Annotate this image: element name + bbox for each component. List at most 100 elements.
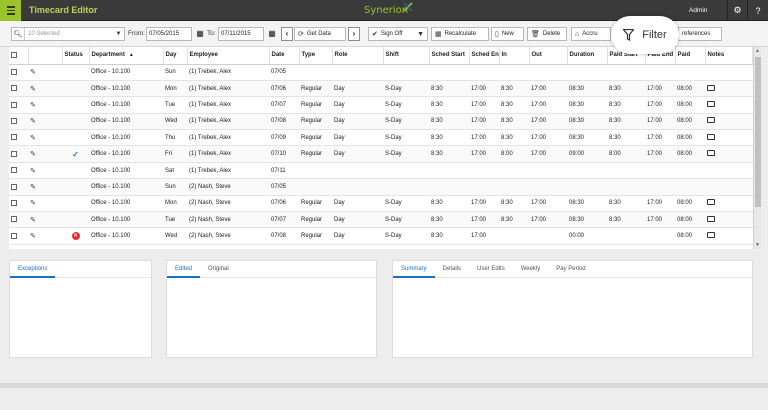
- edit-row-button[interactable]: ✎: [28, 162, 62, 180]
- notes-cell[interactable]: [705, 227, 753, 245]
- grid-cell-ps[interactable]: 8:00: [607, 145, 645, 163]
- grid-cell-dept[interactable]: Office - 10.100: [89, 227, 163, 245]
- grid-cell-se[interactable]: 17:00: [469, 211, 499, 229]
- notes-cell[interactable]: [705, 162, 753, 180]
- grid-cell-paid[interactable]: [675, 64, 705, 81]
- grid-cell-type[interactable]: Regular: [299, 195, 332, 213]
- grid-cell-emp[interactable]: (2) Nash, Steve: [187, 195, 269, 213]
- grid-cell-day[interactable]: Wed: [163, 227, 187, 245]
- gear-icon[interactable]: ⚙: [727, 0, 747, 21]
- tab-edited[interactable]: Edited: [167, 261, 201, 278]
- comment-icon[interactable]: [707, 215, 715, 222]
- grid-cell-out[interactable]: 17:00: [529, 80, 567, 98]
- grid-cell-date[interactable]: 07/05: [269, 178, 299, 196]
- grid-cell-type[interactable]: [299, 64, 332, 81]
- notes-cell[interactable]: [705, 145, 753, 163]
- notes-cell[interactable]: [705, 211, 753, 229]
- grid-cell-day[interactable]: Mon: [163, 195, 187, 213]
- grid-cell-dur[interactable]: 08:30: [567, 80, 607, 98]
- row-checkbox[interactable]: [9, 162, 28, 180]
- edit-row-button[interactable]: ✎: [28, 227, 62, 245]
- help-icon[interactable]: ?: [747, 0, 768, 21]
- notes-cell[interactable]: [705, 64, 753, 81]
- grid-cell-role[interactable]: [332, 178, 383, 196]
- grid-cell-date[interactable]: 07/11: [269, 162, 299, 180]
- tab-details[interactable]: Details: [435, 261, 469, 278]
- grid-cell-dept[interactable]: Office - 10.100: [89, 211, 163, 229]
- grid-cell-emp[interactable]: (1) Trebek, Alex: [187, 80, 269, 98]
- column-header[interactable]: Employee: [187, 47, 270, 65]
- table-row[interactable]: ✎ Office - 10.100 Mon (2) Nash, Steve 07/06 R…: [9, 195, 753, 213]
- column-header[interactable]: Role: [332, 47, 384, 65]
- table-row[interactable]: ✎ Office - 10.100 Tue (1) Trebek, Alex 07/07…: [9, 96, 753, 114]
- grid-cell-emp[interactable]: (2) Nash, Steve: [187, 178, 269, 196]
- get-data-button[interactable]: ⟳ Get Data: [294, 27, 346, 41]
- grid-cell-pe[interactable]: 17:00: [645, 80, 675, 98]
- grid-cell-type[interactable]: Regular: [299, 80, 332, 98]
- grid-cell-shift[interactable]: S-Day: [383, 211, 429, 229]
- column-header[interactable]: Notes: [705, 47, 753, 65]
- comment-icon[interactable]: [707, 100, 715, 107]
- row-checkbox[interactable]: [9, 178, 28, 196]
- notes-cell[interactable]: [705, 80, 753, 98]
- grid-cell-out[interactable]: [529, 64, 567, 81]
- grid-cell-day[interactable]: Sat: [163, 162, 187, 180]
- grid-cell-out[interactable]: 17:00: [529, 96, 567, 114]
- column-header[interactable]: Status: [62, 47, 90, 65]
- grid-cell-shift[interactable]: [383, 178, 429, 196]
- comment-icon[interactable]: [707, 199, 715, 206]
- grid-cell-dept[interactable]: Office - 10.100: [89, 96, 163, 114]
- grid-cell-emp[interactable]: (2) Nash, Steve: [187, 211, 269, 229]
- grid-cell-out[interactable]: [529, 162, 567, 180]
- chevron-down-icon[interactable]: ▼: [113, 31, 124, 37]
- grid-cell-shift[interactable]: S-Day: [383, 195, 429, 213]
- grid-cell-pe[interactable]: 17:00: [645, 129, 675, 147]
- column-header[interactable]: Date: [269, 47, 300, 65]
- grid-cell-pe[interactable]: [645, 162, 675, 180]
- comment-icon[interactable]: [707, 150, 715, 157]
- grid-cell-day[interactable]: Sun: [163, 64, 187, 81]
- grid-cell-type[interactable]: Regular: [299, 227, 332, 245]
- grid-cell-dur[interactable]: 08:30: [567, 211, 607, 229]
- grid-cell-emp[interactable]: (1) Trebek, Alex: [187, 145, 269, 163]
- table-row[interactable]: ✎ ✓ Office - 10.100 Fri (1) Trebek, Alex 07/1…: [9, 145, 753, 163]
- grid-cell-ps[interactable]: [607, 178, 645, 196]
- grid-cell-role[interactable]: Day: [332, 96, 383, 114]
- grid-cell-role[interactable]: Day: [332, 129, 383, 147]
- tab-weekly[interactable]: Weekly: [513, 261, 549, 278]
- filter-button[interactable]: Filter: [611, 16, 679, 54]
- grid-cell-ss[interactable]: 8:30: [429, 96, 469, 114]
- row-checkbox[interactable]: [9, 195, 28, 213]
- grid-cell-shift[interactable]: S-Day: [383, 96, 429, 114]
- grid-cell-out[interactable]: [529, 178, 567, 196]
- grid-cell-se[interactable]: 17:00: [469, 80, 499, 98]
- scroll-down-icon[interactable]: ▼: [755, 242, 760, 248]
- grid-cell-out[interactable]: 17:00: [529, 195, 567, 213]
- grid-cell-dept[interactable]: Office - 10.100: [89, 64, 163, 81]
- grid-cell-paid[interactable]: 08:00: [675, 195, 705, 213]
- grid-cell-shift[interactable]: [383, 162, 429, 180]
- tab-exceptions[interactable]: Exceptions: [10, 261, 56, 278]
- grid-cell-pe[interactable]: [645, 64, 675, 81]
- column-header[interactable]: Out: [529, 47, 568, 65]
- grid-cell-dept[interactable]: Office - 10.100: [89, 80, 163, 98]
- grid-cell-date[interactable]: 07/08: [269, 113, 299, 131]
- user-name[interactable]: Admin: [689, 7, 707, 14]
- grid-cell-emp[interactable]: (2) Nash, Steve: [187, 227, 269, 245]
- tab-summary[interactable]: Summary: [393, 261, 435, 278]
- grid-cell-type[interactable]: Regular: [299, 96, 332, 114]
- grid-cell-ss[interactable]: 8:30: [429, 129, 469, 147]
- grid-cell-role[interactable]: Day: [332, 195, 383, 213]
- to-date-input[interactable]: 07/11/2015: [218, 27, 264, 41]
- notes-cell[interactable]: [705, 129, 753, 147]
- grid-cell-role[interactable]: [332, 162, 383, 180]
- grid-cell-pe[interactable]: [645, 227, 675, 245]
- grid-cell-ss[interactable]: [429, 178, 469, 196]
- table-row[interactable]: ✎ Office - 10.100 Sun (2) Nash, Steve 07/05: [9, 178, 753, 196]
- grid-cell-ps[interactable]: [607, 227, 645, 245]
- grid-cell-date[interactable]: 07/07: [269, 211, 299, 229]
- grid-cell-day[interactable]: Thu: [163, 129, 187, 147]
- grid-cell-ss[interactable]: 8:30: [429, 227, 469, 245]
- grid-cell-in[interactable]: 8:30: [499, 96, 529, 114]
- grid-cell-paid[interactable]: 08:00: [675, 113, 705, 131]
